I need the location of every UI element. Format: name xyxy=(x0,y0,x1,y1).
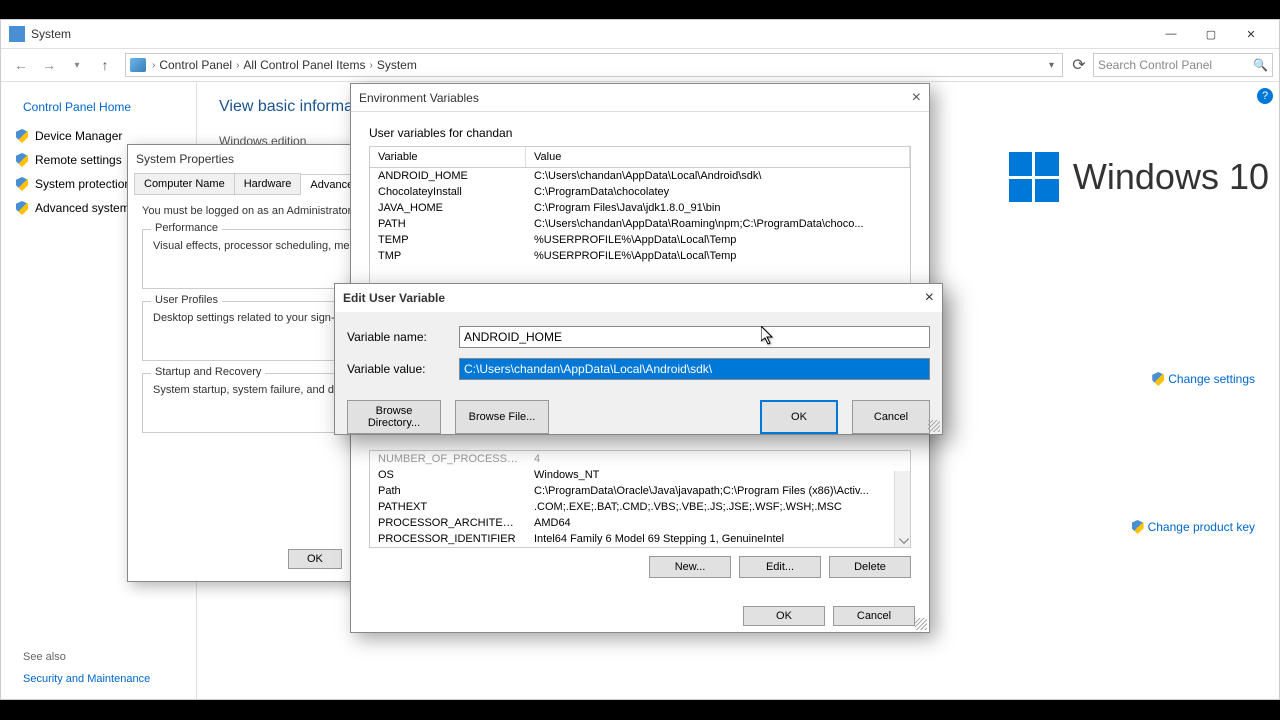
shield-icon xyxy=(16,201,28,215)
close-button[interactable]: ✕ xyxy=(1231,22,1271,46)
browse-file-button[interactable]: Browse File... xyxy=(455,400,549,434)
up-button[interactable]: ↑ xyxy=(95,55,115,75)
breadcrumb[interactable]: › Control Panel › All Control Panel Item… xyxy=(125,53,1063,77)
dialog-title: Edit User Variable × xyxy=(335,284,942,312)
tab-computer-name[interactable]: Computer Name xyxy=(134,173,235,194)
delete-button[interactable]: Delete xyxy=(829,556,911,578)
scrollbar[interactable] xyxy=(894,471,910,547)
close-button[interactable]: × xyxy=(925,289,934,307)
windows-logo: Windows 10 xyxy=(1009,152,1269,202)
shield-icon xyxy=(1152,372,1164,386)
browse-directory-button[interactable]: Browse Directory... xyxy=(347,400,441,434)
ok-button[interactable]: OK xyxy=(288,549,342,569)
breadcrumb-item[interactable]: All Control Panel Items xyxy=(243,58,365,72)
system-icon xyxy=(9,26,25,42)
minimize-button[interactable]: — xyxy=(1151,22,1191,46)
column-header-variable[interactable]: Variable xyxy=(370,147,526,167)
refresh-button[interactable]: ⟳ xyxy=(1069,55,1089,75)
system-variables-table[interactable]: NUMBER_OF_PROCESSORS4 OSWindows_NT PathC… xyxy=(369,450,911,548)
table-row[interactable]: PROCESSOR_ARCHITECTUREAMD64 xyxy=(370,515,910,531)
window-title: System xyxy=(31,27,1151,41)
search-input[interactable]: Search Control Panel 🔍 xyxy=(1093,53,1273,77)
ok-button[interactable]: OK xyxy=(743,606,825,626)
resize-grip[interactable] xyxy=(915,618,927,630)
back-button[interactable]: ← xyxy=(11,55,31,75)
shield-icon xyxy=(16,153,28,167)
table-row[interactable]: PATHEXT.COM;.EXE;.BAT;.CMD;.VBS;.VBE;.JS… xyxy=(370,499,910,515)
user-vars-label: User variables for chandan xyxy=(369,126,911,140)
table-row[interactable]: ChocolateyInstallC:\ProgramData\chocolat… xyxy=(370,184,910,200)
dropdown-history[interactable]: ▾ xyxy=(67,55,87,75)
shield-icon xyxy=(16,129,28,143)
shield-icon xyxy=(1132,520,1144,534)
table-row[interactable]: TMP%USERPROFILE%\AppData\Local\Temp xyxy=(370,248,910,264)
change-settings-link[interactable]: Change settings xyxy=(1152,372,1255,386)
see-also-label: See also xyxy=(1,645,172,669)
breadcrumb-item[interactable]: System xyxy=(377,58,417,72)
cancel-button[interactable]: Cancel xyxy=(852,400,930,434)
variable-name-input[interactable] xyxy=(459,326,930,348)
edit-button[interactable]: Edit... xyxy=(739,556,821,578)
breadcrumb-item[interactable]: Control Panel xyxy=(159,58,232,72)
cancel-button[interactable]: Cancel xyxy=(833,606,915,626)
variable-name-label: Variable name: xyxy=(347,330,459,344)
variable-value-label: Variable value: xyxy=(347,362,459,376)
maximize-button[interactable]: ▢ xyxy=(1191,22,1231,46)
shield-icon xyxy=(16,177,28,191)
table-row[interactable]: NUMBER_OF_PROCESSORS4 xyxy=(370,451,910,467)
forward-button[interactable]: → xyxy=(39,55,59,75)
close-button[interactable]: × xyxy=(912,89,921,107)
table-row[interactable]: JAVA_HOMEC:\Program Files\Java\jdk1.8.0_… xyxy=(370,200,910,216)
toolbar: ← → ▾ ↑ › Control Panel › All Control Pa… xyxy=(1,48,1279,82)
dialog-title: Environment Variables × xyxy=(351,84,929,112)
edit-user-variable-dialog: Edit User Variable × Variable name: Vari… xyxy=(334,283,943,435)
table-row[interactable]: ANDROID_HOMEC:\Users\chandan\AppData\Loc… xyxy=(370,168,910,184)
table-row[interactable]: TEMP%USERPROFILE%\AppData\Local\Temp xyxy=(370,232,910,248)
tab-hardware[interactable]: Hardware xyxy=(234,173,302,194)
resize-grip[interactable] xyxy=(928,420,940,432)
variable-value-input[interactable]: C:\Users\chandan\AppData\Local\Android\s… xyxy=(459,358,930,380)
change-product-key-link[interactable]: Change product key xyxy=(1132,520,1255,534)
table-row[interactable]: PathC:\ProgramData\Oracle\Java\javapath;… xyxy=(370,483,910,499)
sidebar-header[interactable]: Control Panel Home xyxy=(1,96,196,124)
table-row[interactable]: OSWindows_NT xyxy=(370,467,910,483)
security-maintenance-link[interactable]: Security and Maintenance xyxy=(1,669,172,689)
computer-icon xyxy=(130,58,146,72)
new-button[interactable]: New... xyxy=(649,556,731,578)
search-icon: 🔍 xyxy=(1253,58,1268,72)
user-variables-table[interactable]: Variable Value ANDROID_HOMEC:\Users\chan… xyxy=(369,146,911,284)
column-header-value[interactable]: Value xyxy=(526,147,910,167)
table-row[interactable]: PATHC:\Users\chandan\AppData\Roaming\npm… xyxy=(370,216,910,232)
ok-button[interactable]: OK xyxy=(760,400,838,434)
table-row[interactable]: PROCESSOR_IDENTIFIERIntel64 Family 6 Mod… xyxy=(370,531,910,547)
titlebar: System — ▢ ✕ xyxy=(1,20,1279,48)
